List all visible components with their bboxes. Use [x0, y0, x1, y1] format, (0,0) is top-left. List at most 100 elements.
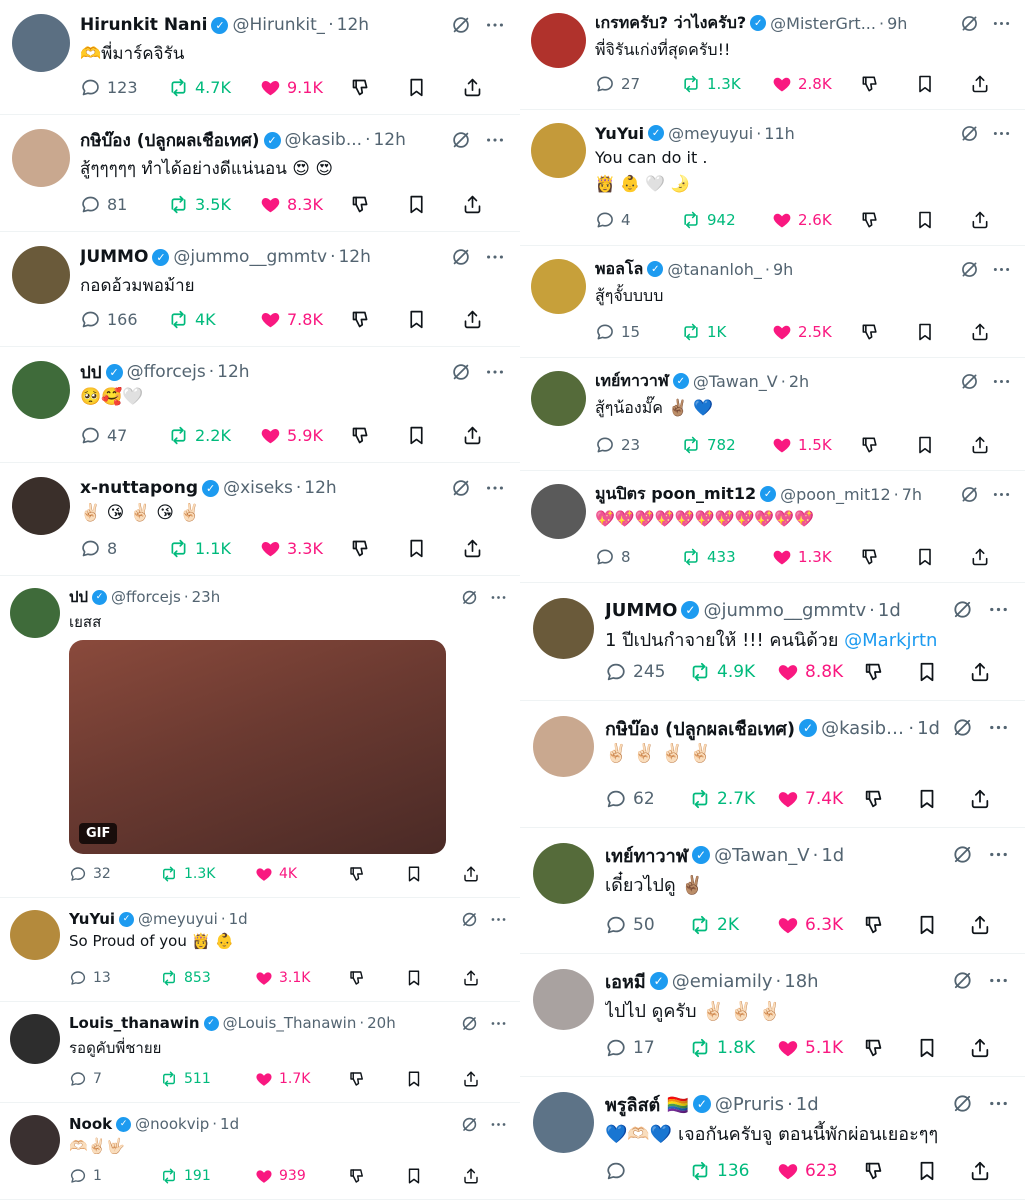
timestamp[interactable]: 23h	[192, 588, 221, 606]
grok-icon[interactable]	[959, 371, 980, 396]
avatar[interactable]	[10, 588, 60, 638]
grok-icon[interactable]	[460, 1115, 479, 1138]
grok-icon[interactable]	[450, 361, 472, 387]
reply-button[interactable]: 8	[595, 547, 681, 567]
dislike-button[interactable]	[348, 1070, 405, 1088]
share-button[interactable]	[462, 1167, 497, 1185]
grok-icon[interactable]	[959, 259, 980, 284]
more-options-icon[interactable]	[987, 1092, 1010, 1119]
grok-icon[interactable]	[951, 598, 974, 625]
tweet[interactable]: เอหมี ✓ @emiamily · 18h ไปไป ดูครับ ✌🏻 ✌🏻 ✌🏻 1…	[520, 954, 1025, 1077]
reply-button[interactable]: 17	[605, 1037, 689, 1059]
handle[interactable]: @kasibook	[821, 718, 905, 739]
repost-button[interactable]: 433	[681, 547, 772, 567]
display-name[interactable]: เทย์ทาวาฬ	[595, 369, 669, 393]
bookmark-button[interactable]	[915, 435, 970, 455]
handle[interactable]: @MisterGrt...	[770, 14, 876, 33]
repost-button[interactable]: 3.5K	[168, 194, 260, 215]
display-name[interactable]: เกรทครับ? ว่าไงครับ?	[595, 11, 746, 35]
timestamp[interactable]: 12h	[304, 478, 336, 498]
bookmark-button[interactable]	[916, 661, 969, 683]
more-options-icon[interactable]	[987, 598, 1010, 625]
more-options-icon[interactable]	[489, 910, 508, 933]
reply-button[interactable]: 62	[605, 788, 689, 810]
more-options-icon[interactable]	[489, 588, 508, 611]
like-button[interactable]: 2.5K	[772, 322, 860, 342]
handle[interactable]: @Tawan_V	[714, 845, 810, 866]
like-button[interactable]: 939	[255, 1167, 348, 1185]
tweet[interactable]: มูนปิตร poon_mit12 ✓ @poon_mit12 · 7h 💖💖💖💖💖💖💖…	[520, 471, 1025, 583]
avatar[interactable]	[533, 716, 594, 777]
bookmark-button[interactable]	[406, 194, 462, 215]
reply-button[interactable]: 15	[595, 322, 681, 342]
repost-button[interactable]: 1.8K	[689, 1037, 777, 1059]
handle[interactable]: @emiamily	[672, 971, 773, 992]
like-button[interactable]: 3.3K	[260, 538, 350, 559]
avatar[interactable]	[531, 13, 586, 68]
more-options-icon[interactable]	[987, 716, 1010, 743]
grok-icon[interactable]	[460, 910, 479, 933]
tweet[interactable]: เกรทครับ? ว่าไงครับ? ✓ @MisterGrt... · 9h พี่…	[520, 0, 1025, 110]
avatar[interactable]	[531, 259, 586, 314]
share-button[interactable]	[969, 661, 1002, 683]
handle[interactable]: @jummo__gmmtv	[703, 600, 866, 621]
bookmark-button[interactable]	[406, 309, 462, 330]
reply-button[interactable]: 166	[80, 309, 168, 330]
timestamp[interactable]: 1d	[821, 845, 844, 866]
grok-icon[interactable]	[450, 14, 472, 40]
grok-icon[interactable]	[460, 1014, 479, 1037]
dislike-button[interactable]	[863, 788, 916, 810]
timestamp[interactable]: 20h	[367, 1014, 396, 1032]
like-button[interactable]: 8.3K	[260, 194, 350, 215]
bookmark-button[interactable]	[915, 322, 970, 342]
handle[interactable]: @kasib...	[285, 130, 363, 150]
reply-button[interactable]: 8	[80, 538, 168, 559]
display-name[interactable]: กษิบ๊อง (ปลูกผลเชือเทศ)	[605, 714, 795, 742]
repost-button[interactable]: 1.1K	[168, 538, 260, 559]
display-name[interactable]: Louis_thanawin	[69, 1014, 200, 1032]
display-name[interactable]: YuYui	[69, 910, 115, 928]
mention-link[interactable]: @Markjrtn	[844, 630, 937, 651]
reply-button[interactable]: 23	[595, 435, 681, 455]
repost-button[interactable]: 782	[681, 435, 772, 455]
display-name[interactable]: พอลโล	[595, 257, 643, 281]
dislike-button[interactable]	[348, 1167, 405, 1185]
handle[interactable]: @fforcejs	[111, 588, 181, 606]
dislike-button[interactable]	[863, 1160, 916, 1182]
like-button[interactable]: 2.6K	[772, 210, 860, 230]
dislike-button[interactable]	[860, 210, 915, 230]
share-button[interactable]	[969, 788, 1002, 810]
tweet[interactable]: เทย์ทาวาฬ ✓ @Tawan_V · 1d เดี๋ยวไปดู ✌🏽 50 2K 6.…	[520, 828, 1025, 954]
tweet[interactable]: x-nuttapong ✓ @xiseks · 12h ✌🏻 😘 ✌🏻 😘 ✌🏻 8 1.1K…	[0, 463, 520, 576]
handle[interactable]: @Louis_Thanawin	[223, 1014, 357, 1032]
tweet[interactable]: YuYui ✓ @meyuyui · 11h You can do it . 👸 👶 🤍 🌛…	[520, 110, 1025, 246]
display-name[interactable]: YuYui	[595, 124, 644, 143]
repost-button[interactable]: 2K	[689, 914, 777, 936]
share-button[interactable]	[462, 425, 496, 446]
repost-button[interactable]: 2.2K	[168, 425, 260, 446]
tweet[interactable]: เทย์ทาวาฬ ✓ @Tawan_V · 2h สู้ๆน้องมั๊ค ✌🏽 💙 23…	[520, 358, 1025, 471]
tweet[interactable]: ปป ✓ @fforcejs · 23h เยสส GIF 32 1.3K 4K	[0, 576, 520, 898]
dislike-button[interactable]	[350, 309, 406, 330]
grok-icon[interactable]	[959, 484, 980, 509]
tweet[interactable]: พรูลิสต์ 🏳️‍🌈 ✓ @Pruris · 1d 💙🫶🏻💙 เจอกันครับจ…	[520, 1077, 1025, 1200]
dislike-button[interactable]	[863, 661, 916, 683]
like-button[interactable]: 7.4K	[777, 788, 863, 810]
tweet[interactable]: ปป ✓ @fforcejs · 12h 🥺🥰🤍 47 2.2K 5.9K	[0, 347, 520, 463]
avatar[interactable]	[10, 1014, 60, 1064]
more-options-icon[interactable]	[987, 843, 1010, 870]
display-name[interactable]: พรูลิสต์ 🏳️‍🌈	[605, 1090, 689, 1118]
bookmark-button[interactable]	[916, 788, 969, 810]
like-button[interactable]: 5.1K	[777, 1037, 863, 1059]
share-button[interactable]	[970, 210, 1004, 230]
more-options-icon[interactable]	[991, 259, 1012, 284]
like-button[interactable]: 9.1K	[260, 77, 350, 98]
handle[interactable]: @poon_mit12	[780, 485, 891, 504]
reply-button[interactable]: 1	[69, 1167, 160, 1185]
timestamp[interactable]: 12h	[217, 362, 249, 382]
reply-button[interactable]: 27	[595, 74, 681, 94]
bookmark-button[interactable]	[406, 77, 462, 98]
share-button[interactable]	[462, 77, 496, 98]
avatar[interactable]	[12, 14, 70, 72]
display-name[interactable]: Hirunkit Nani	[80, 15, 207, 35]
